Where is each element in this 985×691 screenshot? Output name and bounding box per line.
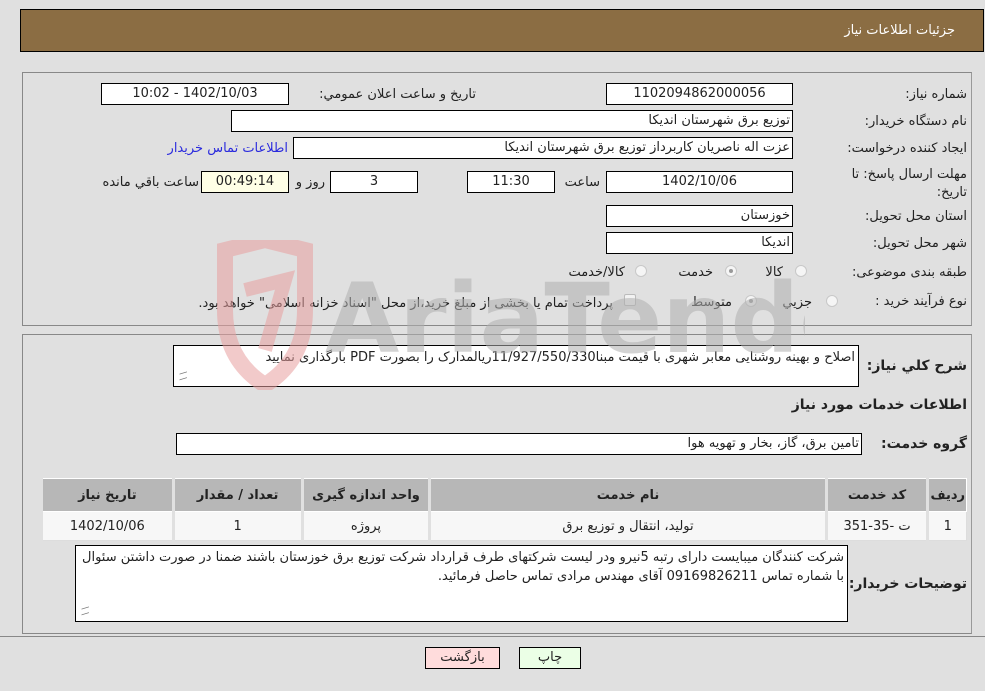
service-group-field: تامین برق، گاز، بخار و تهویه هوا	[176, 433, 862, 455]
process-option-minor: جزيي	[782, 295, 812, 310]
service-group-label: گروه خدمت:	[881, 436, 967, 452]
announce-label: تاریخ و ساعت اعلان عمومي:	[319, 87, 476, 102]
treasury-note: پرداخت تمام یا بخشی از مبلغ خرید،از محل …	[198, 296, 613, 311]
cell-row-number: 1	[926, 511, 967, 541]
treasury-checkbox[interactable]	[624, 294, 636, 306]
deadline-time-field: 11:30	[467, 171, 555, 193]
need-number-field: 1102094862000056	[606, 83, 793, 105]
creator-field: عزت اله ناصریان کاربرداز توزیع برق شهرست…	[293, 137, 793, 159]
table-header-row: ردیف کد خدمت نام خدمت واحد اندازه گیری ت…	[40, 478, 967, 512]
category-radio-service[interactable]	[725, 265, 737, 277]
col-service-name: نام خدمت	[428, 478, 827, 512]
category-radio-goods[interactable]	[795, 265, 807, 277]
col-row-number: ردیف	[926, 478, 967, 512]
cell-unit: پروژه	[300, 511, 431, 541]
deadline-date-field: 1402/10/06	[606, 171, 793, 193]
remaining-label: ساعت باقي مانده	[102, 175, 199, 190]
col-need-date: تاریخ نیاز	[40, 478, 174, 512]
buyer-org-label: نام دستگاه خریدار:	[864, 114, 967, 129]
page-title: جزئیات اطلاعات نیاز	[844, 23, 955, 38]
buyer-org-field: توزیع برق شهرستان اندیکا	[231, 110, 793, 132]
cell-need-date: 1402/10/06	[40, 511, 174, 541]
back-button[interactable]: بازگشت	[425, 647, 500, 669]
col-service-code: کد خدمت	[824, 478, 929, 512]
category-radio-goods-service[interactable]	[635, 265, 647, 277]
category-option-goods: کالا	[765, 265, 783, 280]
resize-grip-icon[interactable]: ∖∖	[174, 370, 191, 381]
days-label: روز و	[295, 175, 325, 190]
category-label: طبقه بندی موضوعی:	[851, 265, 967, 280]
description-text: اصلاح و بهینه روشنایی معابر شهری با قیمت…	[265, 350, 855, 365]
description-textarea[interactable]: اصلاح و بهینه روشنایی معابر شهری با قیمت…	[173, 345, 859, 387]
process-radio-minor[interactable]	[826, 295, 838, 307]
process-label: نوع فرآیند خرید :	[875, 294, 967, 309]
announce-field: 1402/10/03 - 10:02	[101, 83, 289, 105]
resize-grip-icon[interactable]: ∖∖	[76, 605, 93, 616]
category-option-service: خدمت	[678, 265, 713, 280]
buyer-contact-link[interactable]: اطلاعات تماس خریدار	[168, 141, 288, 156]
description-label: شرح كلي نياز:	[866, 358, 967, 374]
category-option-goods-service: کالا/خدمت	[568, 265, 625, 280]
divider	[0, 636, 985, 637]
services-table: ردیف کد خدمت نام خدمت واحد اندازه گیری ت…	[40, 478, 967, 541]
table-row: 1 ت -35-351 تولید، انتقال و توزیع برق پر…	[40, 511, 967, 541]
need-number-label: شماره نیاز:	[905, 87, 967, 102]
remaining-time-field: 00:49:14	[201, 171, 289, 193]
col-quantity: تعداد / مقدار	[171, 478, 303, 512]
city-label: شهر محل تحویل:	[872, 236, 967, 251]
print-button[interactable]: چاپ	[519, 647, 581, 669]
cell-service-code: ت -35-351	[824, 511, 929, 541]
col-unit: واحد اندازه گیری	[300, 478, 431, 512]
province-field: خوزستان	[606, 205, 793, 227]
province-label: استان محل تحویل:	[865, 209, 967, 224]
page-header: جزئیات اطلاعات نیاز	[20, 9, 984, 52]
process-radio-medium[interactable]	[745, 295, 757, 307]
deadline-label: مهلت ارسال پاسخ: تا تاریخ:	[851, 167, 967, 200]
buyer-notes-textarea[interactable]: شرکت کنندگان میبایست دارای رتبه 5نیرو ود…	[75, 545, 848, 622]
process-option-medium: متوسط	[691, 295, 732, 310]
buyer-notes-text: شرکت کنندگان میبایست دارای رتبه 5نیرو ود…	[82, 550, 844, 584]
cell-service-name: تولید، انتقال و توزیع برق	[428, 511, 827, 541]
time-label: ساعت	[564, 175, 600, 190]
creator-label: ایجاد کننده درخواست:	[847, 141, 967, 156]
services-section-title: اطلاعات خدمات مورد نیاز	[791, 397, 967, 413]
cell-quantity: 1	[171, 511, 303, 541]
buyer-notes-label: توضیحات خریدار:	[848, 576, 967, 592]
city-field: اندیکا	[606, 232, 793, 254]
days-field: 3	[330, 171, 418, 193]
